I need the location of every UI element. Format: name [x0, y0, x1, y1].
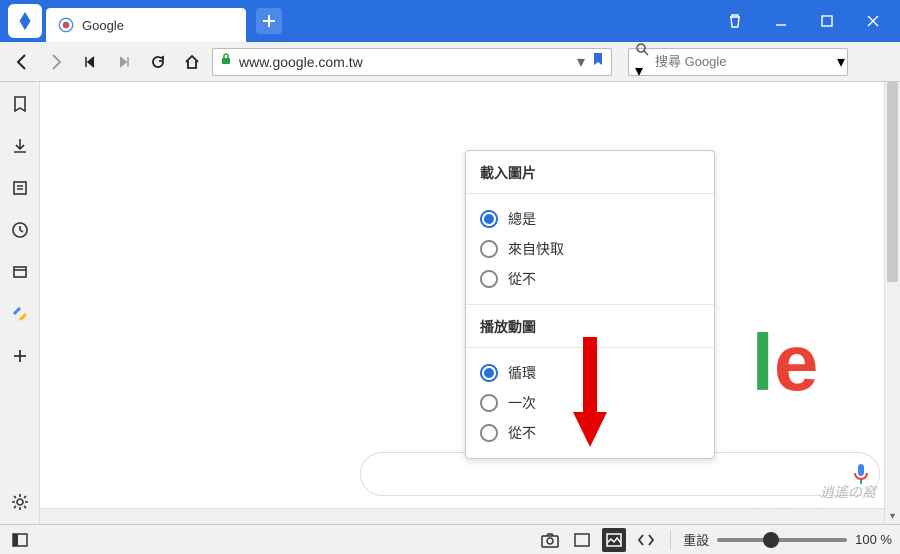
tab-favicon-google-icon	[58, 17, 74, 33]
active-tab[interactable]: Google	[46, 8, 246, 42]
vertical-scrollbar[interactable]: ▾	[884, 82, 900, 524]
url-input[interactable]	[239, 54, 571, 70]
watermark-logo: 逍遙の窩	[820, 482, 876, 502]
load-images-never[interactable]: 從不	[480, 264, 700, 294]
fast-forward-button[interactable]	[110, 48, 138, 76]
zoom-reset-button[interactable]: 重設	[683, 530, 709, 549]
settings-icon[interactable]	[8, 490, 32, 514]
address-dropdown-icon[interactable]: ▾	[577, 52, 585, 72]
new-tab-button[interactable]	[256, 8, 282, 34]
scrollbar-thumb[interactable]	[887, 82, 898, 282]
window-titlebar: Google	[0, 0, 900, 42]
forward-button[interactable]	[42, 48, 70, 76]
close-button[interactable]	[850, 0, 896, 42]
rewind-button[interactable]	[76, 48, 104, 76]
history-panel-icon[interactable]	[8, 218, 32, 242]
vivaldi-logo[interactable]	[8, 4, 42, 38]
annotation-arrow	[565, 332, 615, 457]
radio-icon	[480, 364, 498, 382]
radio-icon	[480, 240, 498, 258]
home-button[interactable]	[178, 48, 206, 76]
minimize-button[interactable]	[758, 0, 804, 42]
address-toolbar: ▾ ▾ ▾	[0, 42, 900, 82]
panel-sidebar	[0, 82, 40, 524]
status-bar: 重設 100 %	[0, 524, 900, 554]
reload-button[interactable]	[144, 48, 172, 76]
reader-panel-icon[interactable]	[8, 176, 32, 200]
load-images-group: 總是 來自快取 從不	[466, 194, 714, 304]
zoom-level-label: 100 %	[855, 532, 892, 547]
horizontal-scrollbar[interactable]	[40, 508, 884, 524]
load-images-always[interactable]: 總是	[480, 204, 700, 234]
bookmark-icon[interactable]	[591, 52, 605, 71]
search-dropdown-icon[interactable]: ▾	[837, 52, 845, 72]
zoom-slider-knob[interactable]	[763, 532, 779, 548]
window-panel-icon[interactable]	[8, 260, 32, 284]
load-images-heading: 載入圖片	[466, 151, 714, 194]
search-field[interactable]: ▾ ▾	[628, 48, 848, 76]
radio-icon	[480, 270, 498, 288]
radio-icon	[480, 394, 498, 412]
trash-button[interactable]	[712, 0, 758, 42]
back-button[interactable]	[8, 48, 36, 76]
lock-icon	[219, 52, 233, 71]
downloads-panel-icon[interactable]	[8, 134, 32, 158]
zoom-slider[interactable]	[717, 538, 847, 542]
address-field[interactable]: ▾	[212, 48, 612, 76]
add-panel-button[interactable]	[8, 344, 32, 368]
search-input[interactable]	[655, 54, 831, 69]
load-images-cache[interactable]: 來自快取	[480, 234, 700, 264]
bookmarks-panel-icon[interactable]	[8, 92, 32, 116]
tiling-icon[interactable]	[570, 528, 594, 552]
radio-icon	[480, 210, 498, 228]
web-panel-icon[interactable]	[8, 302, 32, 326]
scrollbar-down-icon[interactable]: ▾	[885, 511, 900, 522]
radio-icon	[480, 424, 498, 442]
image-toggle-icon[interactable]	[602, 528, 626, 552]
panel-toggle-icon[interactable]	[8, 528, 32, 552]
search-engine-icon[interactable]: ▾	[635, 42, 649, 81]
capture-icon[interactable]	[538, 528, 562, 552]
tab-title: Google	[82, 18, 124, 33]
maximize-button[interactable]	[804, 0, 850, 42]
page-actions-icon[interactable]	[634, 528, 658, 552]
